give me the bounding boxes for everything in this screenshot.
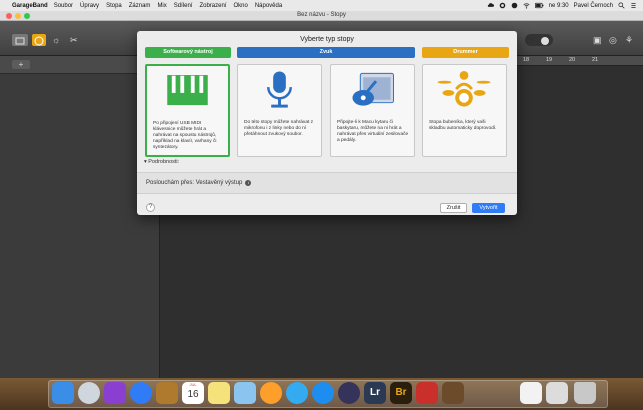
menu-item-view[interactable]: Zobrazení [199, 3, 226, 9]
category-software-instrument[interactable]: Softwarový nástroj [145, 47, 231, 58]
ruler-mark: 20 [569, 57, 576, 63]
category-audio[interactable]: Zvuk [237, 47, 415, 58]
maps-icon[interactable] [234, 382, 256, 404]
notebook-app-icon[interactable] [156, 382, 178, 404]
menu-item-track[interactable]: Stopa [106, 3, 122, 9]
menu-item-mix[interactable]: Mix [157, 3, 166, 9]
menu-item-window[interactable]: Okno [233, 3, 247, 9]
dialog-title: Vyberte typ stopy [300, 36, 354, 43]
status-sync-icon[interactable] [499, 2, 506, 9]
trash-icon[interactable] [574, 382, 596, 404]
media-browser-icon[interactable]: ⚘ [625, 35, 633, 46]
guitar-amp-icon [352, 72, 394, 106]
menu-bar: GarageBand Soubor Úpravy Stopa Záznam Mi… [0, 0, 643, 11]
calendar-day: 16 [187, 389, 199, 400]
library-button[interactable] [12, 34, 28, 46]
note-pad-icon[interactable]: ▣ [593, 35, 602, 46]
downloads-icon[interactable] [546, 382, 568, 404]
editors-icon[interactable]: ✂ [70, 35, 78, 46]
status-cloud-icon[interactable] [487, 2, 494, 9]
quick-help-button[interactable] [32, 34, 46, 46]
menu-item-file[interactable]: Soubor [54, 3, 73, 9]
smart-controls-icon[interactable]: ☼ [52, 35, 60, 45]
menubar-user[interactable]: Pavel Černoch [574, 3, 613, 9]
track-type-guitar-bass[interactable]: Připojte-li k Macu kytaru či baskytaru, … [330, 64, 415, 157]
card-description: Připojte-li k Macu kytaru či baskytaru, … [337, 120, 409, 143]
track-type-microphone[interactable]: Do této stopy můžete nahrávat z mikrofon… [237, 64, 322, 157]
clock-app-icon[interactable] [78, 382, 100, 404]
ruler-mark: 21 [592, 57, 599, 63]
bridge-icon[interactable]: Br [390, 382, 412, 404]
track-type-software-instrument[interactable]: Po připojení USB MIDI klávesnice můžete … [145, 64, 230, 157]
garageband-icon[interactable] [442, 382, 464, 404]
ruler-mark: 18 [523, 57, 530, 63]
notification-center-icon[interactable] [630, 2, 637, 9]
menu-item-share[interactable]: Sdílení [174, 3, 193, 9]
category-drummer[interactable]: Drummer [422, 47, 509, 58]
battery-icon[interactable] [534, 2, 544, 9]
lightroom-icon[interactable]: Lr [364, 382, 386, 404]
info-icon[interactable]: i [245, 180, 252, 186]
menu-item-edit[interactable]: Úpravy [80, 3, 99, 9]
cancel-button[interactable]: Zrušit [440, 203, 467, 213]
microphone-icon [267, 71, 292, 108]
drummer-icon [437, 70, 491, 107]
dock: JUL 16 Lr Br [0, 378, 643, 410]
menu-app-name[interactable]: GarageBand [12, 3, 48, 9]
loop-browser-icon[interactable]: ◎ [609, 35, 617, 46]
photos-icon[interactable] [260, 382, 282, 404]
track-type-drummer[interactable]: Stopa bubeníka, který vaši skladbu autom… [422, 64, 507, 157]
library-icon [15, 37, 25, 45]
track-header-panel: + [0, 56, 160, 378]
listening-output: Poslouchám přes: Vestavěný výstup i [146, 180, 252, 186]
menu-item-record[interactable]: Záznam [129, 3, 151, 9]
new-track-dialog: Vyberte typ stopy Softwarový nástroj Zvu… [137, 31, 517, 215]
card-description: Do této stopy můžete nahrávat z mikrofon… [244, 120, 314, 137]
help-button[interactable]: ? [146, 203, 155, 212]
launchpad-icon[interactable] [338, 382, 360, 404]
menubar-clock[interactable]: ne 9:30 [549, 3, 569, 9]
card-description: Po připojení USB MIDI klávesnice můžete … [153, 121, 217, 150]
ruler-mark: 19 [546, 57, 553, 63]
acrobat-icon[interactable] [416, 382, 438, 404]
add-track-button[interactable]: + [12, 60, 30, 69]
notes-icon[interactable] [208, 382, 230, 404]
piano-keys-icon [167, 75, 208, 106]
finder-icon[interactable] [52, 382, 74, 404]
window-title: Bez názvu - Stopy [297, 12, 346, 18]
listening-output-label: Poslouchám přes: Vestavěný výstup [146, 180, 243, 186]
app-store-icon[interactable] [312, 382, 334, 404]
safari-icon[interactable] [130, 382, 152, 404]
slider-knob-icon [541, 37, 549, 45]
card-description: Stopa bubeníka, který vaši skladbu autom… [429, 120, 497, 131]
document-icon[interactable] [520, 382, 542, 404]
help-icon [34, 36, 44, 46]
spotlight-search-icon[interactable] [618, 2, 625, 9]
master-volume-slider[interactable] [525, 34, 553, 46]
menu-item-help[interactable]: Nápověda [255, 3, 282, 9]
window-title-bar: Bez názvu - Stopy [0, 11, 643, 21]
calendar-icon[interactable]: JUL 16 [182, 382, 204, 404]
tasks-app-icon[interactable] [104, 382, 126, 404]
status-record-icon[interactable] [511, 2, 518, 9]
wifi-icon[interactable] [523, 2, 530, 9]
messages-icon[interactable] [286, 382, 308, 404]
create-button[interactable]: Vytvořit [472, 203, 505, 213]
details-disclosure[interactable]: ▾ Podrobnosti: [144, 159, 179, 165]
